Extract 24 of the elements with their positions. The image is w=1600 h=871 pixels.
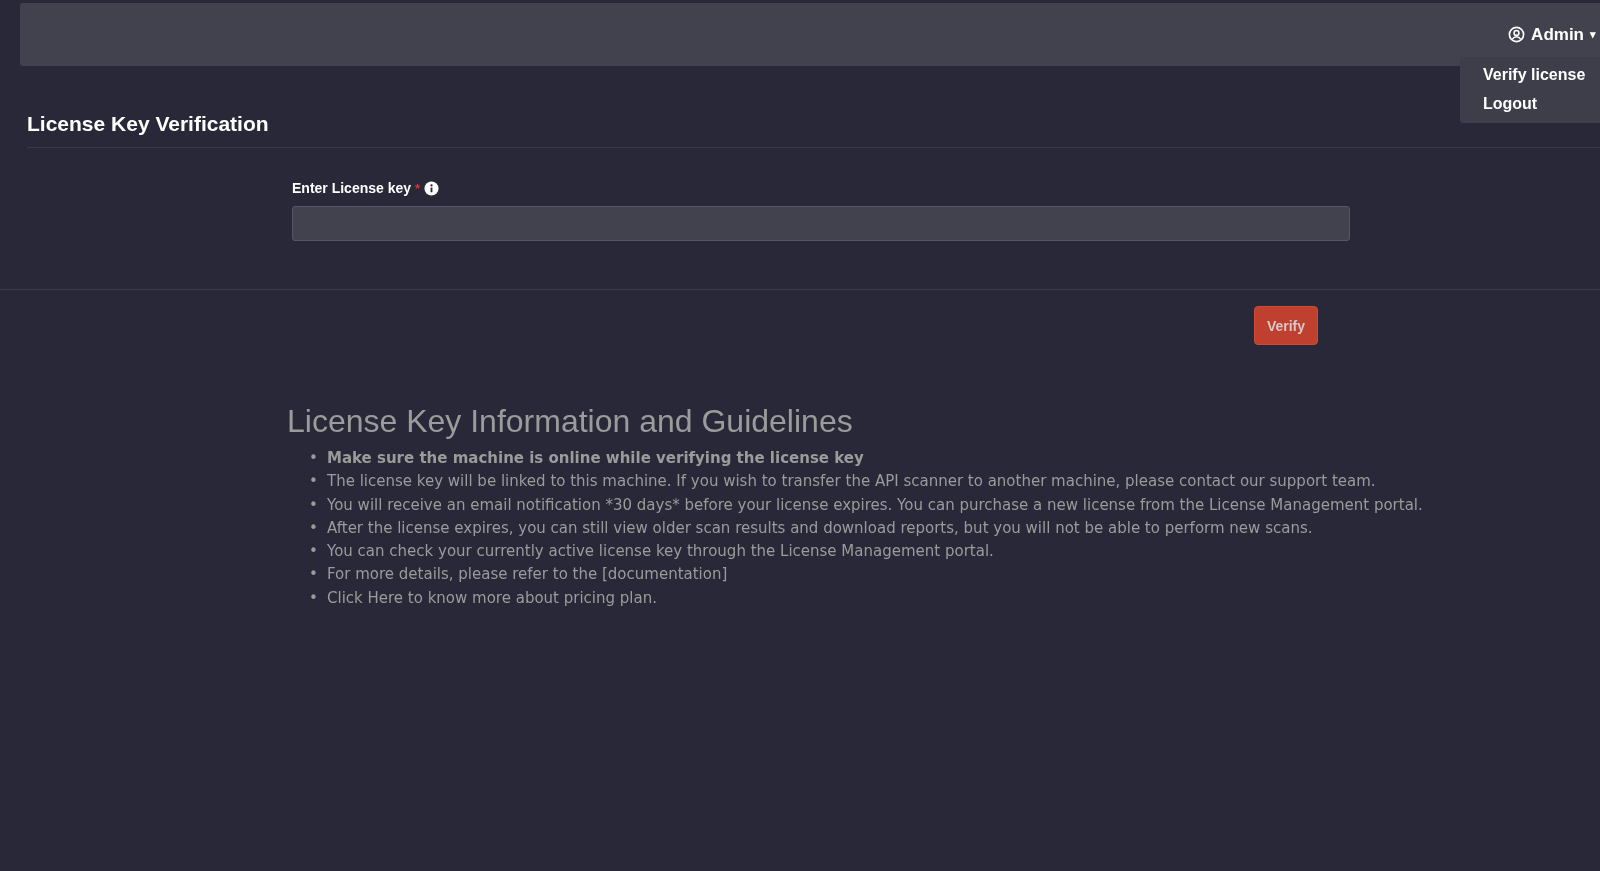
menu-item[interactable]: Logout <box>1460 90 1600 119</box>
bullet-mark: • <box>309 588 319 607</box>
bullet-mark: • <box>309 449 319 467</box>
guideline-item: You can check your currently active license key through the License Management portal. <box>327 541 994 562</box>
page-title: License Key Verification <box>27 112 270 136</box>
required-mark: * <box>415 180 421 196</box>
user-icon <box>1508 26 1526 43</box>
bullet-mark: • <box>309 518 319 537</box>
guideline-item: You will receive an email notification *30 days* before your license expires. You can purchase a new license from the License Management portal. <box>327 494 1423 515</box>
admin-menu-button[interactable]: Admin ▾ <box>1508 24 1596 45</box>
field-label: Enter License key <box>292 180 412 196</box>
menu-item[interactable]: Verify license <box>1460 61 1600 90</box>
bullet-mark: • <box>309 472 319 491</box>
guideline-item: Click Here to know more about pricing plan. <box>327 587 657 608</box>
license-key-input[interactable] <box>292 206 1350 241</box>
guideline-item: After the license expires, you can still view older scan results and download reports, but you will not be able to perform new scans. <box>327 517 1313 538</box>
bullet-mark: • <box>309 495 319 514</box>
bullet-mark: • <box>309 565 319 584</box>
bullet-mark: • <box>309 542 319 561</box>
guideline-item: Make sure the machine is online while verifying the license key <box>327 448 864 468</box>
guideline-item: The license key will be linked to this machine. If you wish to transfer the API scanner to another machine, please contact our support team. <box>327 471 1376 492</box>
guidelines-heading: License Key Information and Guidelines <box>287 403 854 440</box>
info-icon[interactable] <box>424 180 440 196</box>
guideline-item: For more details, please refer to the [documentation] <box>327 564 728 585</box>
